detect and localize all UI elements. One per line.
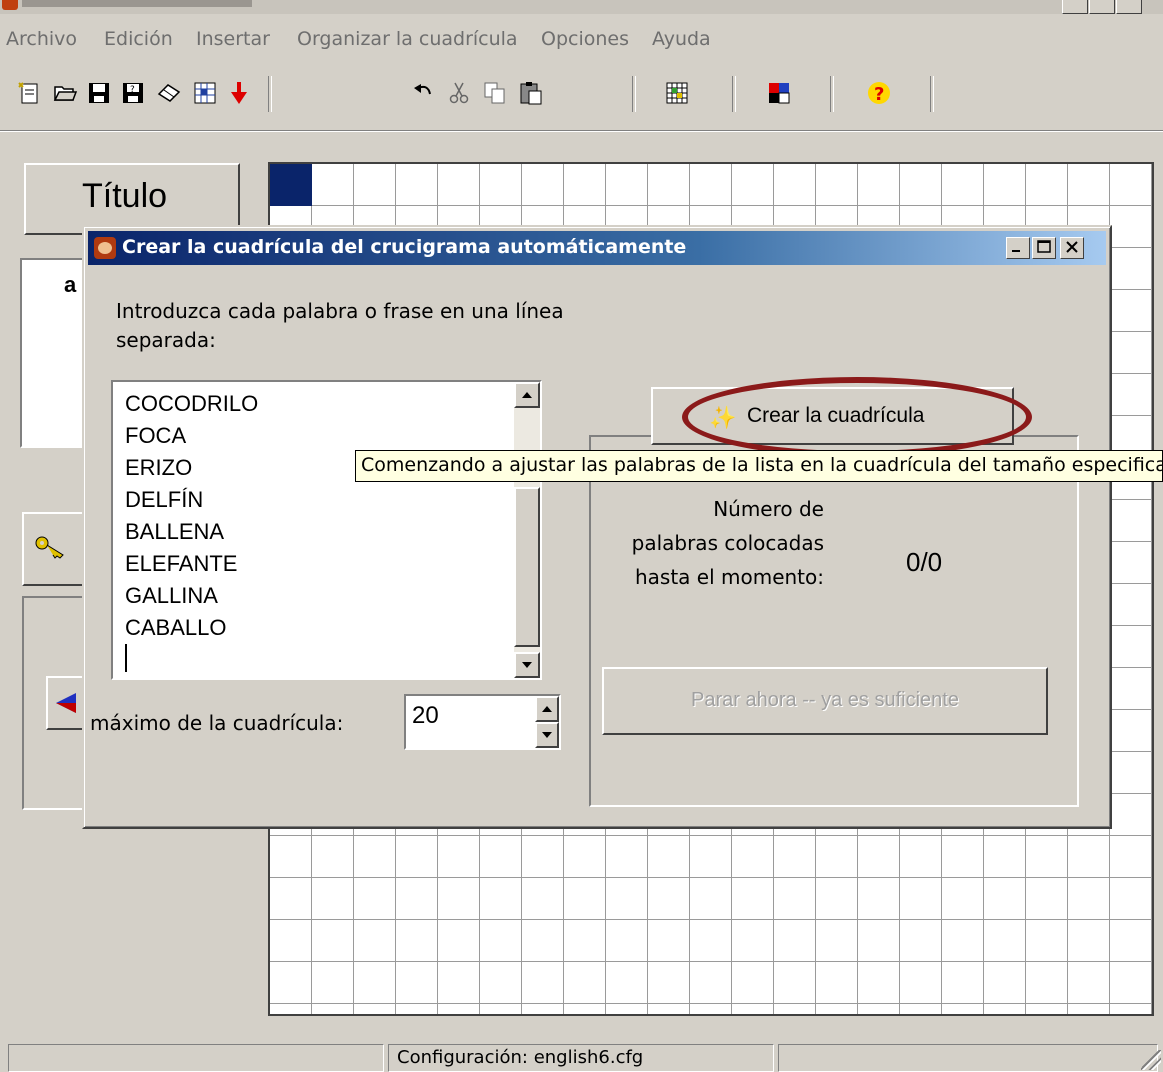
toolbar-separator [732, 76, 736, 112]
word-line: GALLINA [125, 583, 218, 608]
status-panel-right [778, 1044, 1158, 1072]
dialog-close-button[interactable] [1060, 237, 1084, 259]
text-caret [125, 644, 127, 672]
puzzle-icon[interactable] [190, 78, 220, 108]
max-grid-value[interactable]: 20 [412, 702, 439, 730]
placed-words-label: Número de palabras colocadas hasta el mo… [631, 497, 824, 589]
dialog-title: Crear la cuadrícula del crucigrama autom… [122, 236, 687, 258]
max-grid-label: máximo de la cuadrícula: [90, 711, 344, 735]
scroll-up-button[interactable] [514, 382, 540, 408]
word-line: ERIZO [125, 455, 193, 480]
word-line: ELEFANTE [125, 551, 238, 576]
save-as-icon[interactable]: ? [118, 78, 148, 108]
menu-insertar[interactable]: Insertar [196, 28, 270, 50]
close-button[interactable] [1116, 0, 1142, 14]
main-title-bar [0, 0, 1163, 14]
key-icon [35, 536, 64, 559]
dialog-title-bar[interactable]: Crear la cuadrícula del crucigrama autom… [88, 231, 1106, 265]
word-line: COCODRILO [125, 391, 259, 416]
status-bar: Configuración: english6.cfg [0, 1040, 1163, 1072]
grid-wizard-icon[interactable] [662, 78, 692, 108]
key-button[interactable] [22, 512, 88, 586]
toolbar-separator [632, 76, 636, 112]
menu-bar: Archivo Edición Insertar Organizar la cu… [0, 28, 1163, 58]
paste-icon[interactable] [516, 78, 546, 108]
dialog-maximize-button[interactable] [1032, 237, 1056, 259]
word-line: CABALLO [125, 615, 227, 640]
menu-archivo[interactable]: Archivo [6, 28, 77, 50]
menu-edicion[interactable]: Edición [104, 28, 173, 50]
toolbar-separator [830, 76, 834, 112]
instruction-text: Introduzca cada palabra o frase en una l… [116, 299, 564, 352]
max-grid-size-spinner[interactable]: 20 [404, 694, 561, 750]
word-list-textarea[interactable]: COCODRILO FOCA ERIZO DELFÍN BALLENA ELEF… [111, 380, 542, 680]
menu-ayuda[interactable]: Ayuda [652, 28, 711, 50]
svg-text:?: ? [130, 85, 135, 95]
copy-icon[interactable] [480, 78, 510, 108]
tooltip: Comenzando a ajustar las palabras de la … [355, 450, 1163, 482]
maximize-button[interactable] [1089, 0, 1115, 14]
new-document-icon[interactable] [14, 78, 44, 108]
window-title [22, 0, 252, 7]
app-icon [94, 237, 116, 259]
stop-now-label: Parar ahora -- ya es suficiente [691, 689, 959, 711]
word-list-scrollbar[interactable] [514, 382, 540, 678]
selected-cell[interactable] [270, 164, 312, 206]
svg-text:?: ? [874, 84, 884, 105]
palette-icon[interactable] [764, 78, 794, 108]
create-grid-dialog: Crear la cuadrícula del crucigrama autom… [82, 225, 1112, 829]
toolbar-separator [930, 76, 934, 112]
menu-opciones[interactable]: Opciones [541, 28, 629, 50]
clue-text-box[interactable]: a [20, 258, 86, 448]
undo-icon[interactable] [408, 78, 438, 108]
placed-words-count: 0/0 [906, 547, 943, 577]
clue-text-fragment: a [64, 272, 77, 297]
minimize-button[interactable] [1062, 0, 1088, 14]
resize-grip[interactable] [1141, 1050, 1161, 1070]
previous-arrow-button[interactable] [46, 676, 86, 730]
word-line: FOCA [125, 423, 187, 448]
cut-icon[interactable] [444, 78, 474, 108]
left-arrow-icon [56, 693, 76, 713]
menu-organizar[interactable]: Organizar la cuadrícula [297, 28, 518, 50]
highlight-oval [682, 377, 1032, 457]
toolbar-separator [268, 76, 272, 112]
status-panel-config: Configuración: english6.cfg [388, 1044, 774, 1072]
spin-up-button[interactable] [535, 696, 559, 722]
scroll-down-button[interactable] [514, 652, 540, 678]
toolbar: ? ? [0, 64, 1163, 131]
progress-group-frame [589, 435, 1079, 807]
word-line: BALLENA [125, 519, 225, 544]
erase-icon[interactable] [154, 78, 184, 108]
word-lines: COCODRILO FOCA ERIZO DELFÍN BALLENA ELEF… [125, 388, 258, 644]
spin-down-button[interactable] [535, 722, 559, 748]
scroll-thumb[interactable] [514, 487, 540, 647]
status-panel-left [8, 1044, 384, 1072]
spinner-buttons [535, 696, 559, 748]
down-arrow-icon[interactable] [224, 78, 254, 108]
help-icon[interactable]: ? [864, 78, 894, 108]
app-icon [2, 0, 18, 10]
stop-now-button[interactable]: Parar ahora -- ya es suficiente [602, 667, 1048, 735]
tooltip-text: Comenzando a ajustar las palabras de la … [361, 454, 1163, 476]
dialog-minimize-button[interactable] [1006, 237, 1030, 259]
title-label: Título [82, 177, 168, 215]
save-icon[interactable] [84, 78, 114, 108]
open-folder-icon[interactable] [50, 78, 80, 108]
config-status: Configuración: english6.cfg [397, 1047, 644, 1068]
word-line: DELFÍN [125, 487, 204, 512]
